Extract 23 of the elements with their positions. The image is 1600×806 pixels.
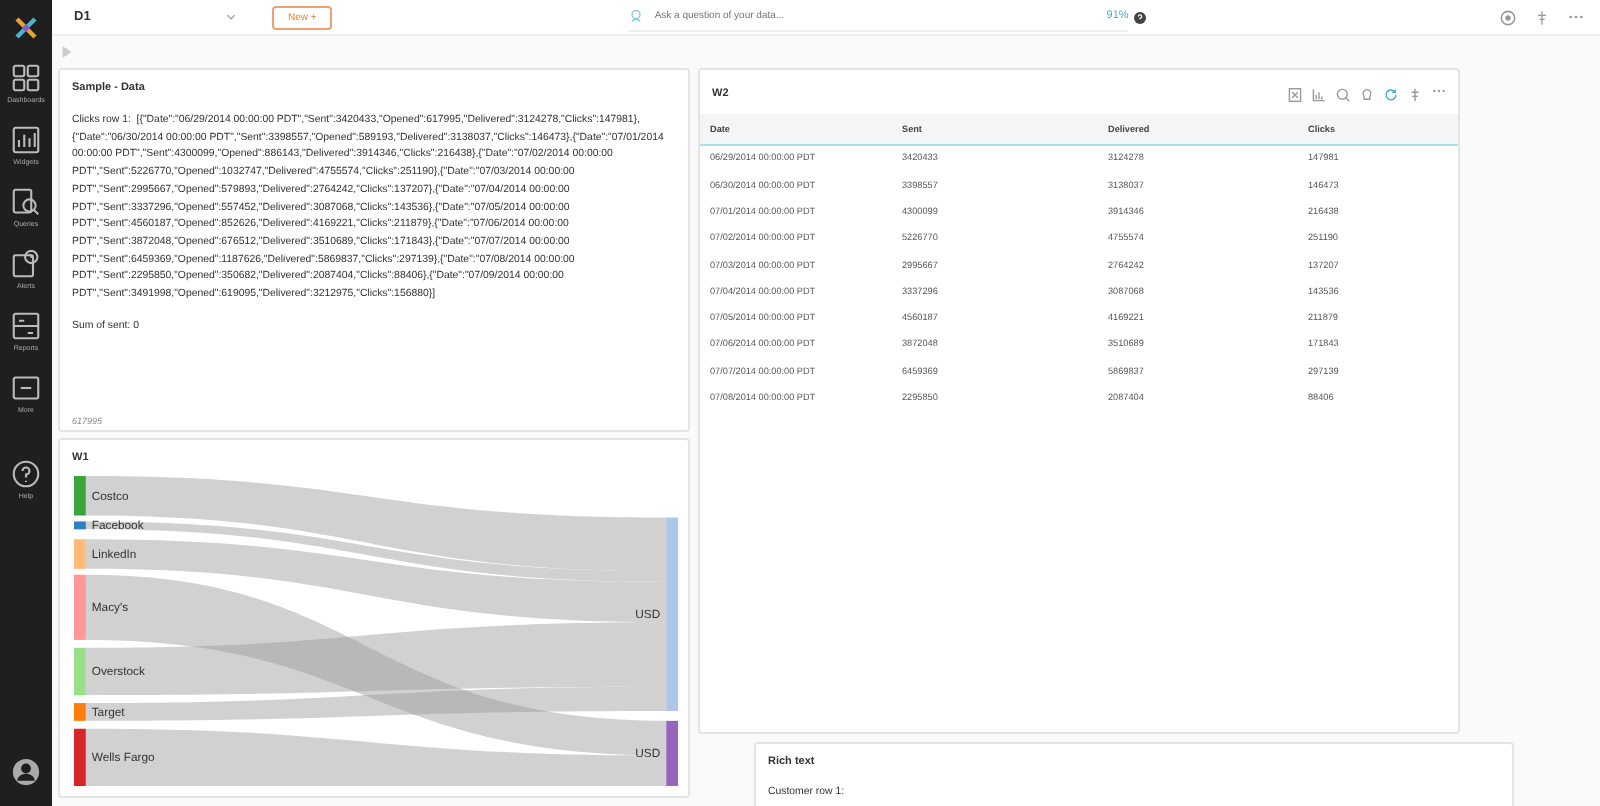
pin-icon[interactable] — [1534, 9, 1550, 25]
reports-icon — [12, 312, 40, 340]
more-icon[interactable] — [1432, 87, 1446, 93]
alerts-icon — [12, 250, 40, 278]
assistant-icon — [628, 8, 645, 24]
search-icon[interactable] — [1336, 87, 1350, 101]
play-icon[interactable] — [62, 46, 72, 58]
more-icon — [12, 374, 40, 402]
avatar-icon[interactable] — [12, 758, 40, 786]
widgets-icon — [12, 126, 40, 154]
queries-icon — [12, 188, 40, 216]
dashboards-icon — [12, 64, 40, 92]
logo-icon[interactable] — [14, 16, 38, 40]
spreadsheet-icon[interactable] — [1288, 87, 1302, 101]
refresh-icon[interactable] — [1384, 87, 1398, 101]
pin-icon[interactable] — [1408, 87, 1422, 101]
help-icon — [12, 460, 40, 488]
caret-icon[interactable] — [226, 14, 236, 20]
bar-chart-icon[interactable] — [1312, 87, 1326, 101]
settings-icon[interactable] — [1500, 9, 1516, 25]
lightbulb-icon[interactable] — [1360, 87, 1374, 101]
help-icon[interactable] — [1134, 11, 1147, 23]
more-icon[interactable] — [1568, 14, 1584, 20]
